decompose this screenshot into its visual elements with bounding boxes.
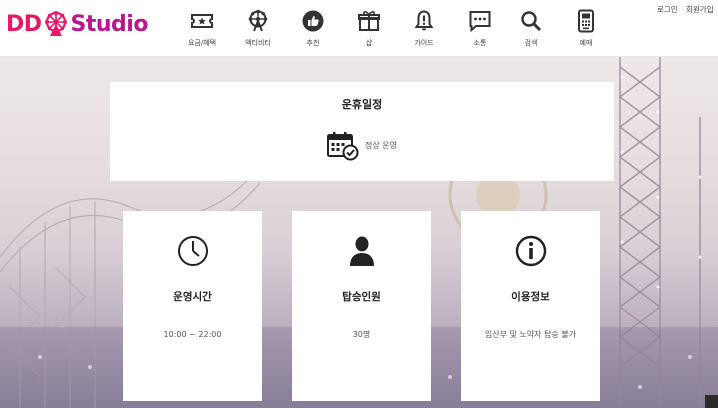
card-title: 탑승인원 — [342, 291, 381, 303]
signup-link[interactable]: 회원가입 — [686, 4, 714, 15]
clock-icon — [178, 236, 208, 266]
gift-box-icon — [356, 8, 382, 34]
nav-item-pricing[interactable]: 요금/혜택 — [174, 8, 230, 52]
bell-icon — [411, 8, 437, 34]
nav-label: 가이드 — [414, 39, 434, 47]
logo-text-studio: Studio — [70, 11, 149, 37]
logo[interactable]: DD Studio — [6, 9, 148, 39]
nav-item-booking[interactable]: 예매 — [558, 8, 614, 52]
person-icon — [350, 236, 374, 266]
thumbs-up-icon — [300, 8, 326, 34]
nav-label: 요금/혜택 — [187, 39, 217, 47]
nav-item-guide[interactable]: 가이드 — [396, 8, 452, 52]
info-card-usage: 이용정보 임산부 및 노약자 탑승 불가 — [461, 211, 600, 401]
card-value: 30명 — [352, 330, 371, 339]
logo-text-dd: DD — [6, 11, 42, 37]
ferris-wheel-logo-icon — [44, 11, 67, 36]
nav-item-search[interactable]: 검색 — [503, 8, 559, 52]
scroll-top-button[interactable] — [705, 395, 718, 408]
card-title: 운영시간 — [173, 291, 212, 303]
card-value: 임산부 및 노약자 탑승 불가 — [484, 330, 577, 339]
info-icon — [515, 235, 547, 267]
info-card-hours: 운영시간 10:00 ~ 22:00 — [123, 211, 262, 401]
closure-schedule-card: 운휴일정 정상 운영 — [110, 82, 614, 181]
nav-label: 예매 — [579, 39, 593, 47]
header: DD Studio 요금/혜택 액티비티 추천 샵 가이드 소통 검색 예매 로… — [0, 0, 718, 57]
login-link[interactable]: 로그인 — [657, 4, 678, 15]
nav-label: 액티비티 — [245, 39, 271, 47]
ferris-wheel-icon — [245, 8, 271, 34]
nav-item-activity[interactable]: 액티비티 — [230, 8, 286, 52]
nav-item-community[interactable]: 소통 — [452, 8, 508, 52]
card-title: 이용정보 — [511, 291, 550, 303]
nav-label: 샵 — [365, 39, 373, 47]
nav-item-shop[interactable]: 샵 — [341, 8, 397, 52]
ticket-icon — [189, 8, 215, 34]
schedule-title: 운휴일정 — [341, 98, 383, 111]
nav-label: 소통 — [473, 39, 487, 47]
nav-label: 검색 — [524, 39, 538, 47]
schedule-status: 정상 운영 — [365, 141, 397, 150]
nav-label: 추천 — [306, 39, 320, 47]
chat-bubble-icon — [467, 8, 493, 34]
search-icon — [518, 8, 544, 34]
info-card-capacity: 탑승인원 30명 — [292, 211, 431, 401]
nav-item-recommend[interactable]: 추천 — [285, 8, 341, 52]
card-value: 10:00 ~ 22:00 — [163, 330, 222, 339]
kiosk-icon — [573, 8, 599, 34]
calendar-check-icon — [327, 132, 359, 161]
